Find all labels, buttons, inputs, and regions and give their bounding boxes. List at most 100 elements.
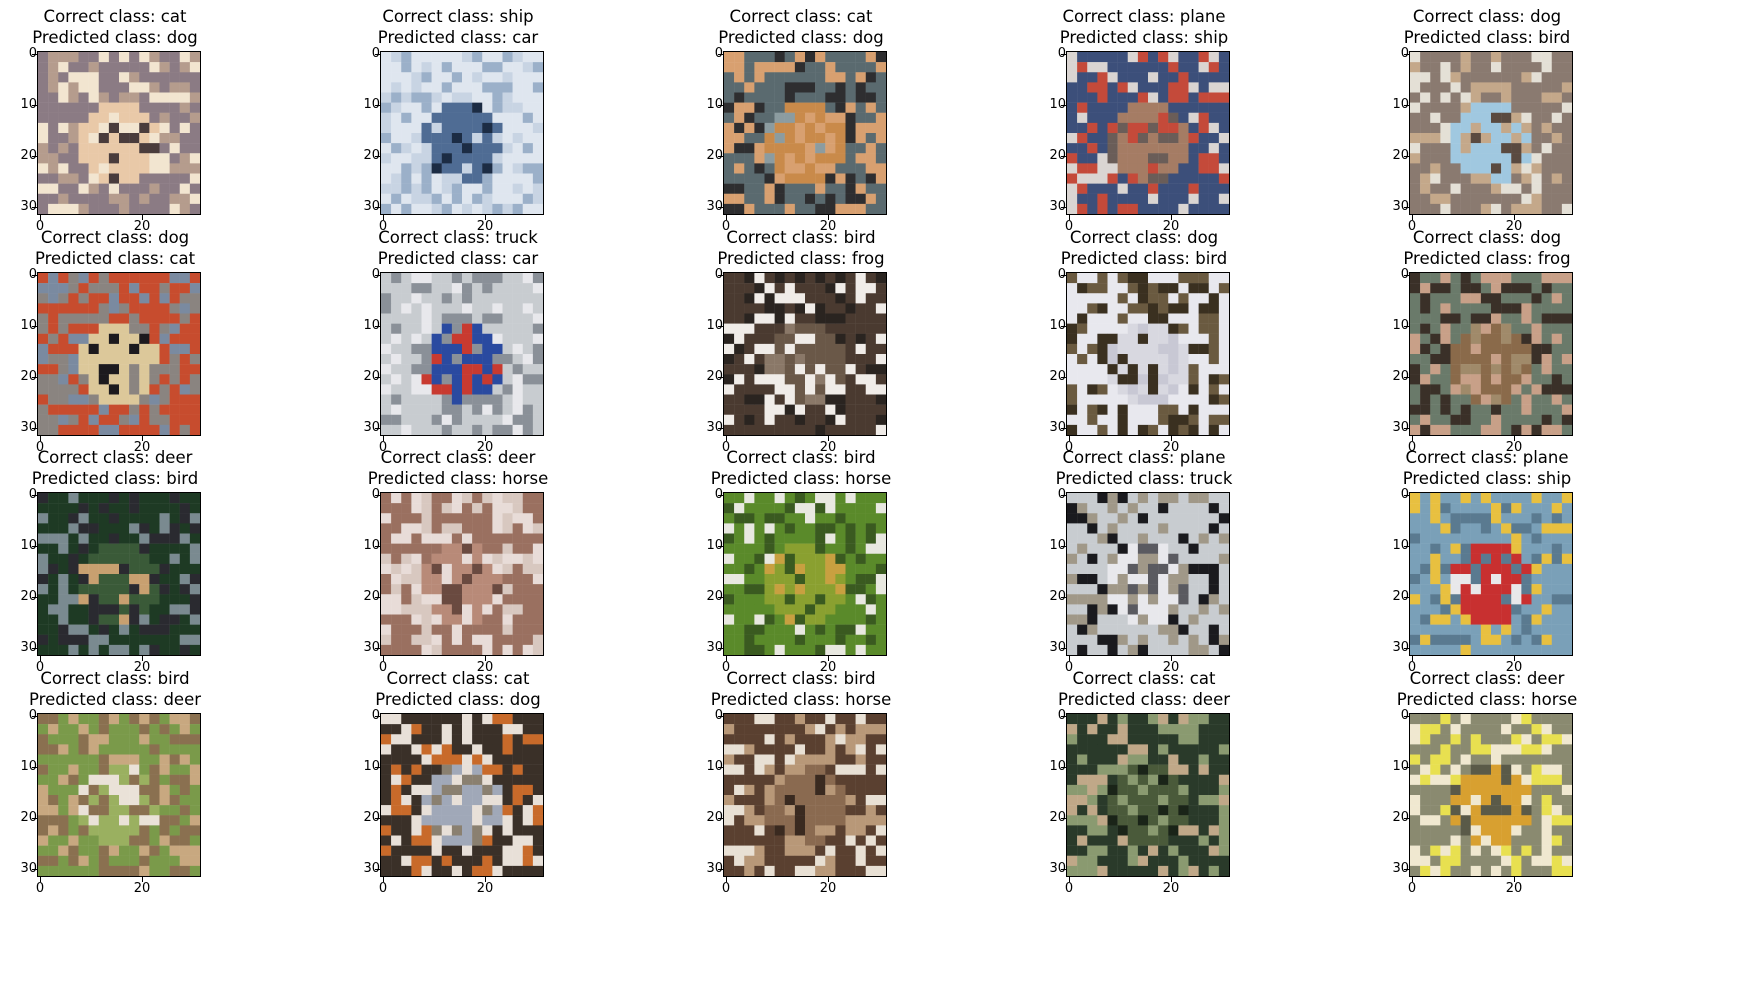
- y-tick-label: 20: [363, 810, 380, 825]
- y-tick-label: 10: [20, 318, 37, 333]
- correct-class-label: Correct class: cat: [43, 7, 187, 26]
- y-tick-label: 10: [20, 97, 37, 112]
- image-axes: [380, 272, 544, 436]
- y-tick-label: 0: [28, 487, 37, 502]
- image-axes: [1409, 272, 1573, 436]
- correct-class-label: Correct class: bird: [726, 448, 876, 467]
- x-tick-label: 20: [819, 881, 837, 896]
- y-tick-label: 0: [1057, 708, 1066, 723]
- thumbnail-truck-image: [381, 273, 543, 435]
- y-tick-label: 0: [714, 267, 723, 282]
- thumbnail-plane-image: [1067, 52, 1229, 214]
- y-tick-label: 20: [363, 148, 380, 163]
- thumbnail-deer-image: [38, 493, 200, 655]
- predicted-class-label: Predicted class: bird: [31, 469, 199, 488]
- misclassification-figure: Correct class: cat Predicted class: dog 0 1…: [0, 0, 1751, 990]
- thumbnail-cat-image: [724, 52, 886, 214]
- predicted-class-label: Predicted class: horse: [1396, 690, 1578, 709]
- predicted-class-label: Predicted class: dog: [718, 28, 884, 47]
- y-tick-label: 20: [1392, 369, 1409, 384]
- image-panel: Correct class: bird Predicted class: frog…: [686, 227, 916, 467]
- image-panel: Correct class: cat Predicted class: dog 0 1…: [343, 668, 573, 908]
- y-tick-label: 10: [1049, 318, 1066, 333]
- y-tick-label: 30: [363, 199, 380, 214]
- thumbnail-deer-image: [1410, 714, 1572, 876]
- predicted-class-label: Predicted class: deer: [28, 690, 202, 709]
- correct-class-label: Correct class: bird: [40, 669, 190, 688]
- predicted-class-label: Predicted class: dog: [32, 28, 198, 47]
- y-tick-label: 10: [1392, 759, 1409, 774]
- correct-class-label: Correct class: dog: [1069, 228, 1219, 247]
- correct-class-label: Correct class: dog: [1412, 7, 1562, 26]
- correct-class-label: Correct class: cat: [729, 7, 873, 26]
- y-tick-label: 20: [1392, 148, 1409, 163]
- y-tick-label: 0: [1400, 708, 1409, 723]
- y-tick-label: 10: [20, 759, 37, 774]
- x-tick-label: 0: [1407, 881, 1417, 896]
- image-panel: Correct class: cat Predicted class: dog 0 1…: [0, 6, 230, 246]
- x-tick-label: 20: [476, 881, 494, 896]
- correct-class-label: Correct class: cat: [386, 669, 530, 688]
- predicted-class-label: Predicted class: dog: [375, 690, 541, 709]
- y-tick-label: 30: [20, 640, 37, 655]
- y-tick-label: 0: [28, 708, 37, 723]
- image-axes: [37, 51, 201, 215]
- y-tick-label: 20: [363, 369, 380, 384]
- y-tick-label: 0: [1057, 46, 1066, 61]
- image-panel: Correct class: plane Predicted class: tru…: [1029, 447, 1259, 687]
- y-tick-label: 30: [1392, 420, 1409, 435]
- image-axes: [723, 492, 887, 656]
- y-tick-label: 30: [20, 199, 37, 214]
- thumbnail-bird-image: [724, 714, 886, 876]
- y-tick-label: 0: [1400, 46, 1409, 61]
- image-panel: Correct class: deer Predicted class: hors…: [343, 447, 573, 687]
- predicted-class-label: Predicted class: ship: [1059, 28, 1229, 47]
- predicted-class-label: Predicted class: frog: [1403, 249, 1571, 268]
- y-tick-label: 10: [20, 538, 37, 553]
- x-tick-label: 20: [133, 881, 151, 896]
- image-panel: Correct class: deer Predicted class: bird…: [0, 447, 230, 687]
- correct-class-label: Correct class: cat: [1072, 669, 1216, 688]
- image-panel: Correct class: plane Predicted class: shi…: [1372, 447, 1602, 687]
- correct-class-label: Correct class: plane: [1062, 448, 1226, 467]
- y-tick-label: 30: [706, 861, 723, 876]
- thumbnail-dog-image: [1410, 273, 1572, 435]
- y-tick-label: 0: [1400, 487, 1409, 502]
- y-tick-label: 30: [363, 640, 380, 655]
- image-axes: [1066, 713, 1230, 877]
- y-tick-label: 20: [706, 369, 723, 384]
- image-axes: [37, 492, 201, 656]
- y-tick-label: 20: [20, 589, 37, 604]
- correct-class-label: Correct class: dog: [40, 228, 190, 247]
- y-tick-label: 0: [28, 267, 37, 282]
- y-tick-label: 10: [1049, 759, 1066, 774]
- y-tick-label: 0: [371, 487, 380, 502]
- image-panel: Correct class: cat Predicted class: dog 0 1…: [686, 6, 916, 246]
- correct-class-label: Correct class: truck: [378, 228, 538, 247]
- y-tick-label: 10: [1049, 538, 1066, 553]
- image-axes: [1066, 51, 1230, 215]
- y-tick-label: 0: [371, 708, 380, 723]
- y-tick-label: 0: [1400, 267, 1409, 282]
- y-tick-label: 10: [363, 538, 380, 553]
- image-panel: Correct class: deer Predicted class: hors…: [1372, 668, 1602, 908]
- correct-class-label: Correct class: deer: [1409, 669, 1565, 688]
- correct-class-label: Correct class: deer: [380, 448, 536, 467]
- y-tick-label: 20: [1392, 810, 1409, 825]
- x-tick-label: 0: [378, 881, 388, 896]
- y-tick-label: 0: [28, 46, 37, 61]
- y-tick-label: 0: [1057, 267, 1066, 282]
- thumbnail-dog-image: [38, 273, 200, 435]
- y-tick-label: 10: [706, 759, 723, 774]
- y-tick-label: 20: [706, 589, 723, 604]
- y-tick-label: 30: [1049, 420, 1066, 435]
- y-tick-label: 30: [1392, 199, 1409, 214]
- thumbnail-ship-image: [381, 52, 543, 214]
- image-panel: Correct class: dog Predicted class: bird 0…: [1029, 227, 1259, 467]
- image-panel: Correct class: ship Predicted class: car 0…: [343, 6, 573, 246]
- y-tick-label: 0: [714, 708, 723, 723]
- y-tick-label: 20: [1049, 369, 1066, 384]
- thumbnail-dog-image: [1067, 273, 1229, 435]
- image-panel: Correct class: truck Predicted class: car…: [343, 227, 573, 467]
- thumbnail-cat-image: [38, 52, 200, 214]
